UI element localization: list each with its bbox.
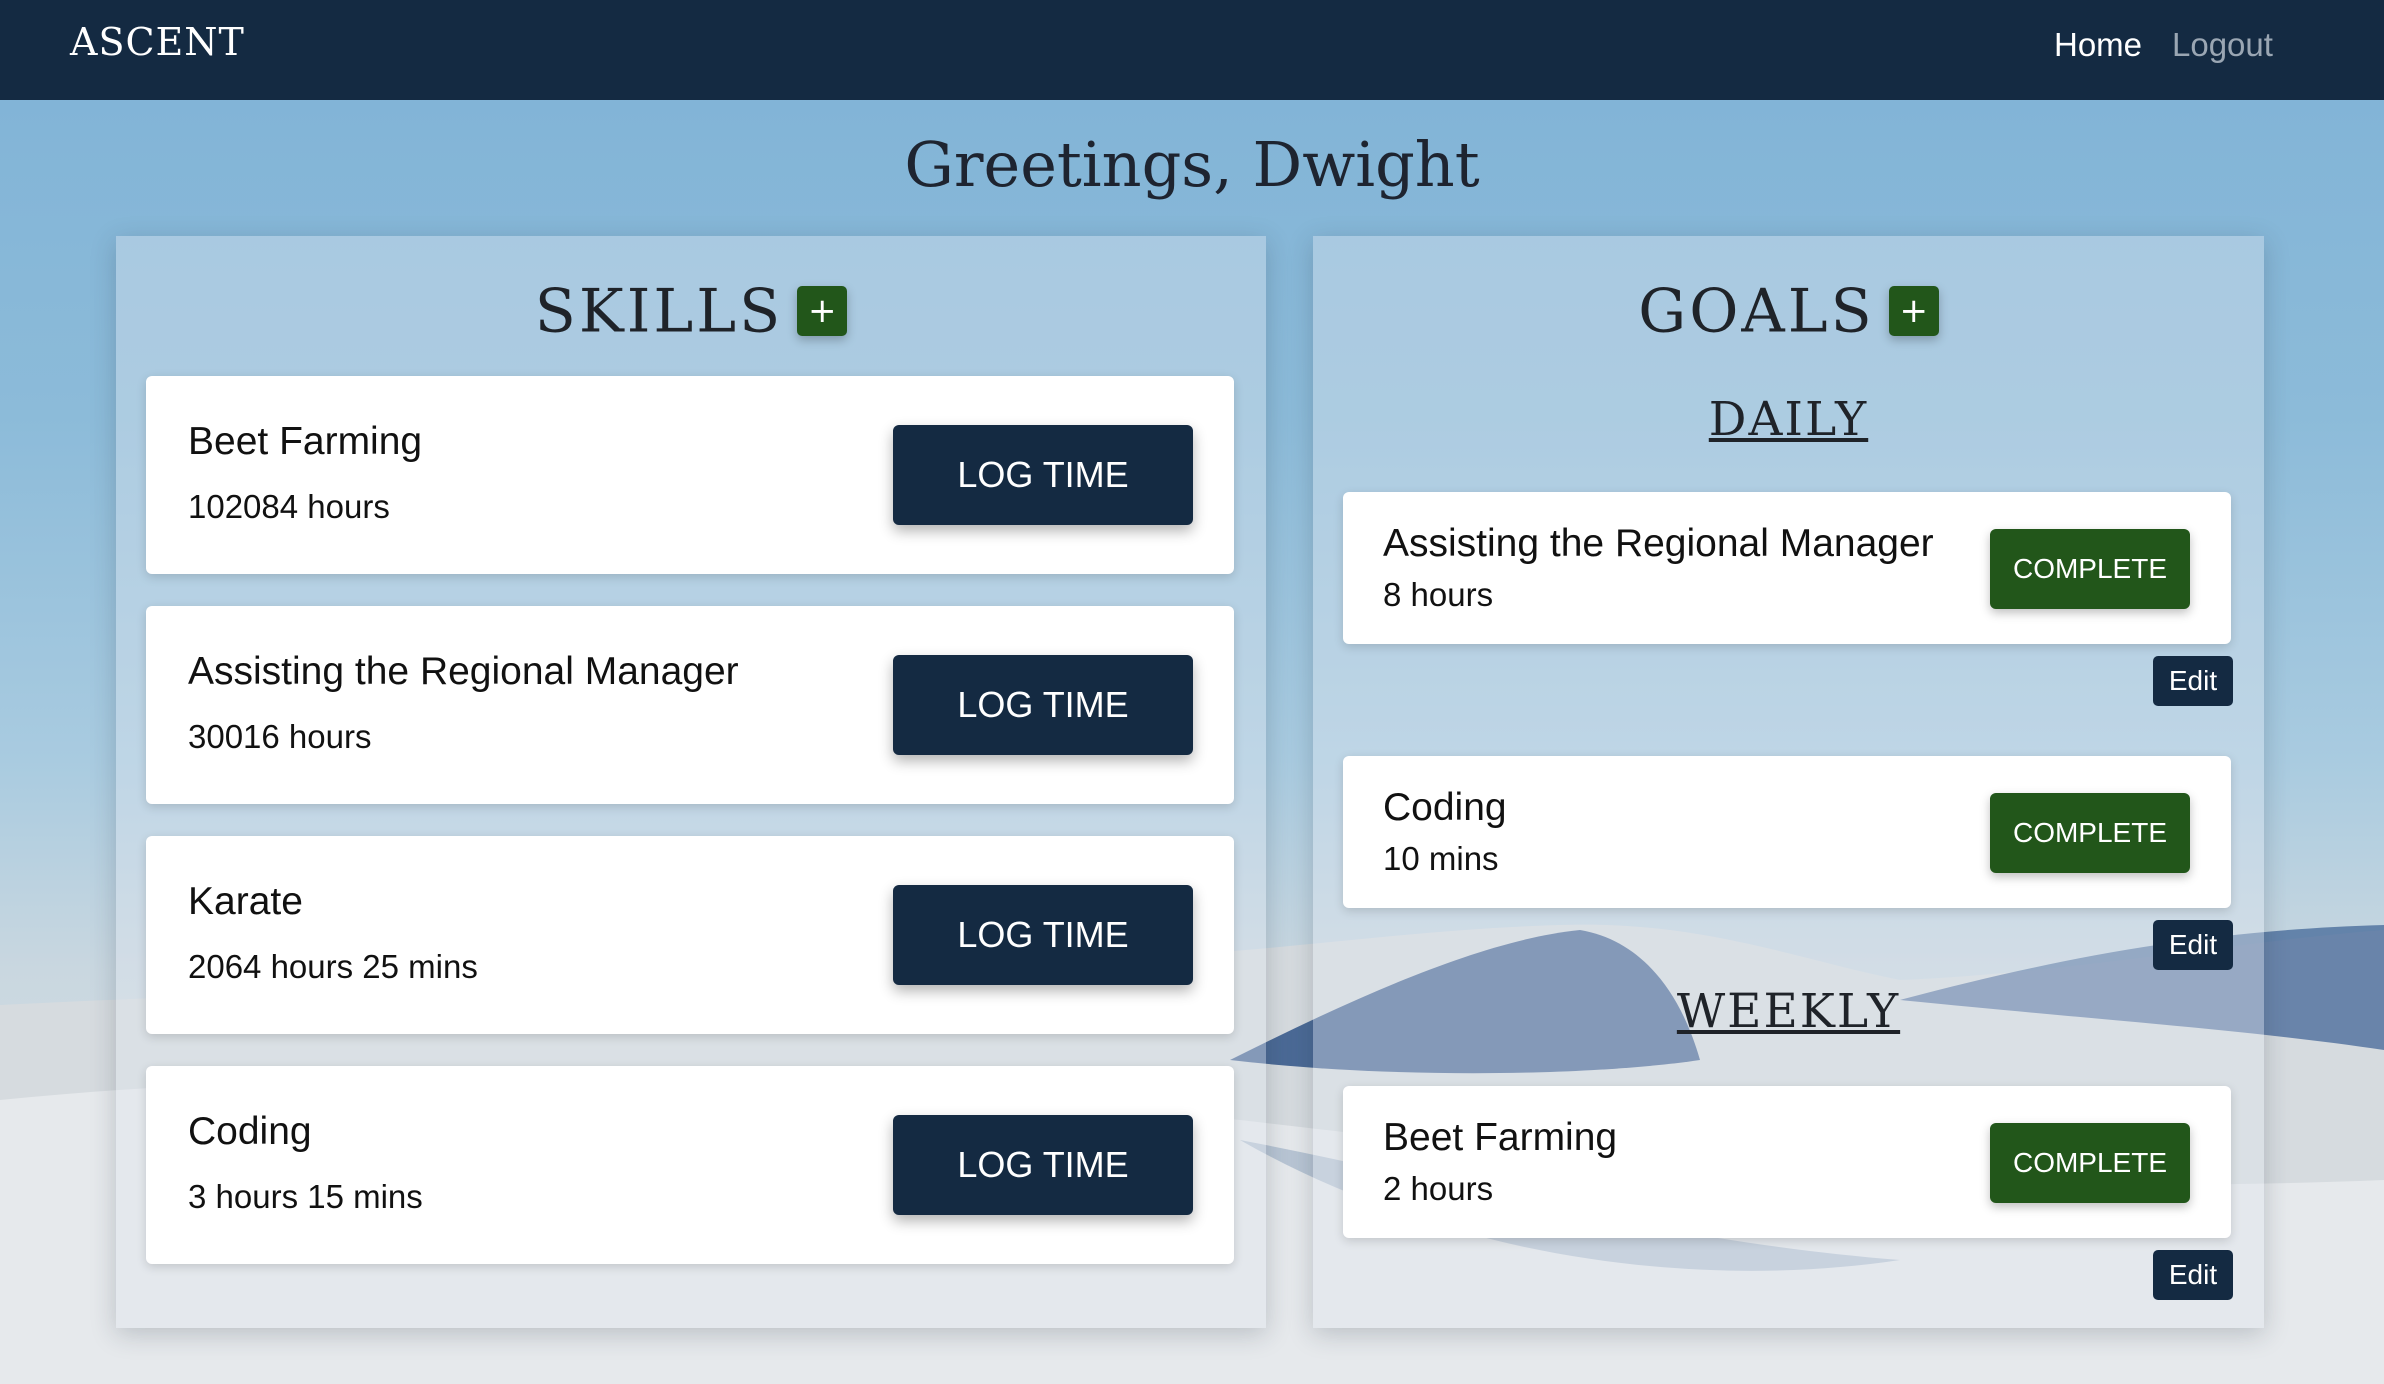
skill-name: Assisting the Regional Manager (188, 650, 739, 693)
goal-card: Assisting the Regional Manager 8 hours C… (1343, 492, 2231, 644)
skill-card: Coding 3 hours 15 mins LOG TIME (146, 1066, 1234, 1264)
skill-card: Karate 2064 hours 25 mins LOG TIME (146, 836, 1234, 1034)
nav-home-link[interactable]: Home (2054, 26, 2142, 64)
weekly-heading: WEEKLY (1676, 984, 1901, 1039)
complete-button[interactable]: COMPLETE (1990, 1123, 2190, 1203)
edit-goal-button[interactable]: Edit (2153, 1250, 2233, 1300)
nav-logout-link[interactable]: Logout (2172, 26, 2273, 64)
skills-panel: SKILLS + Beet Farming 102084 hours LOG TI… (116, 236, 1266, 1328)
skill-time: 2064 hours 25 mins (188, 948, 478, 985)
goal-card: Coding 10 mins COMPLETE (1343, 756, 2231, 908)
skill-name: Beet Farming (188, 420, 423, 463)
skills-title: SKILLS (534, 276, 784, 347)
goal-time: 10 mins (1383, 840, 1499, 877)
goals-title: GOALS (1638, 276, 1875, 347)
skill-name: Karate (188, 880, 303, 923)
skill-time: 102084 hours (188, 488, 390, 525)
skills-header: SKILLS + (116, 272, 1266, 346)
skill-name: Coding (188, 1110, 312, 1153)
skill-time: 3 hours 15 mins (188, 1178, 423, 1215)
skill-time: 30016 hours (188, 718, 372, 755)
edit-goal-button[interactable]: Edit (2153, 656, 2233, 706)
complete-button[interactable]: COMPLETE (1990, 529, 2190, 609)
add-skill-button[interactable]: + (797, 286, 848, 337)
daily-heading: DAILY (1708, 392, 1869, 447)
goals-panel: GOALS + DAILY Assisting the Regional Mana… (1313, 236, 2264, 1328)
goal-name: Assisting the Regional Manager (1383, 522, 1934, 565)
goal-card: Beet Farming 2 hours COMPLETE (1343, 1086, 2231, 1238)
goal-name: Coding (1383, 786, 1507, 829)
log-time-button[interactable]: LOG TIME (893, 425, 1193, 525)
goal-time: 8 hours (1383, 576, 1494, 613)
skill-card: Assisting the Regional Manager 30016 hou… (146, 606, 1234, 804)
complete-button[interactable]: COMPLETE (1990, 793, 2190, 873)
log-time-button[interactable]: LOG TIME (893, 885, 1193, 985)
add-goal-button[interactable]: + (1888, 286, 1939, 337)
goals-header: GOALS + (1313, 272, 2264, 346)
goal-name: Beet Farming (1383, 1116, 1618, 1159)
skill-card: Beet Farming 102084 hours LOG TIME (146, 376, 1234, 574)
top-navbar: ASCENT Home Logout (0, 0, 2384, 100)
log-time-button[interactable]: LOG TIME (893, 655, 1193, 755)
page-greeting: Greetings, Dwight (904, 128, 1480, 201)
brand-logo[interactable]: ASCENT (70, 20, 245, 64)
edit-goal-button[interactable]: Edit (2153, 920, 2233, 970)
goal-time: 2 hours (1383, 1170, 1494, 1207)
log-time-button[interactable]: LOG TIME (893, 1115, 1193, 1215)
